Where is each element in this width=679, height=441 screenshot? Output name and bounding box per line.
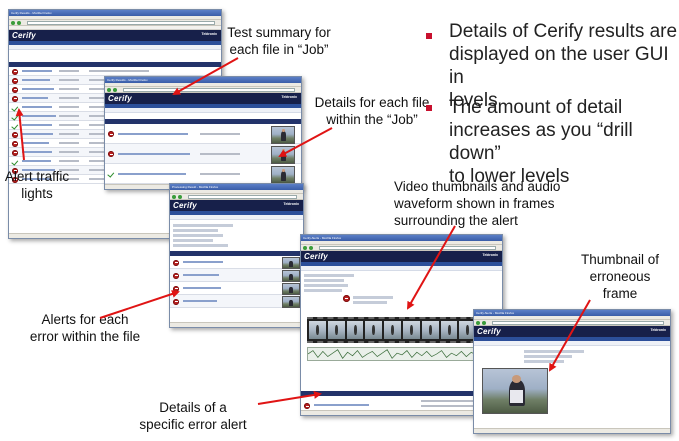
cerify-logo: Cerify xyxy=(304,252,328,261)
alert-thumbnail[interactable] xyxy=(282,270,300,282)
alert-light-icon xyxy=(12,140,18,147)
erroneous-frame-screenshot: Cerify Alerts - Mozilla Firefox Cerify T… xyxy=(473,309,671,434)
cerify-header: Cerify Tektronix xyxy=(170,200,303,211)
status-bar xyxy=(474,428,670,433)
ok-check-icon xyxy=(12,105,18,111)
ok-check-icon xyxy=(108,171,114,177)
alert-light-icon xyxy=(173,298,179,305)
alert-light-icon xyxy=(12,95,18,102)
alert-light-icon xyxy=(304,403,310,409)
alert-detail xyxy=(301,271,502,391)
alert-light-icon xyxy=(12,77,18,84)
alert-light-icon xyxy=(12,86,18,93)
frame-detail xyxy=(474,346,670,416)
tektronix-brand: Tektronix xyxy=(482,253,499,257)
alert-light-icon xyxy=(108,131,114,137)
error-alerts-screenshot: Processing Result - Mozilla Firefox Ceri… xyxy=(169,183,304,328)
alert-thumbnail[interactable] xyxy=(282,257,300,269)
video-frame-strip[interactable] xyxy=(307,317,497,343)
cerify-header: Cerify Tektronix xyxy=(105,93,301,104)
status-bar xyxy=(301,410,502,415)
annotation-alerts-each-error: Alerts for each error within the file xyxy=(29,312,141,344)
ok-check-icon xyxy=(12,114,18,120)
alert-light-icon xyxy=(12,68,18,75)
cerify-logo: Cerify xyxy=(12,31,36,40)
alert-light-icon xyxy=(173,285,179,292)
alert-light-icon xyxy=(108,151,114,157)
erroneous-frame-thumbnail[interactable] xyxy=(482,368,548,414)
ok-check-icon xyxy=(12,159,18,165)
file-details-screenshot: Cerify Results - Mozilla Firefox Cerify … xyxy=(104,76,302,190)
annotation-thumbnail-frame: Thumbnail of erroneous frame xyxy=(580,252,660,301)
tektronix-brand: Tektronix xyxy=(283,202,300,206)
cerify-header: Cerify Tektronix xyxy=(301,251,502,262)
alert-thumbnail[interactable] xyxy=(282,283,300,295)
file-thumbnail[interactable] xyxy=(271,126,295,144)
file-thumbnail[interactable] xyxy=(271,166,295,184)
audio-waveform xyxy=(307,347,497,361)
address-bar xyxy=(9,20,221,26)
bullet-point: The amount of detail increases as you “d… xyxy=(449,97,633,187)
annotation-test-summary: Test summary for each file in “Job” xyxy=(227,25,331,57)
file-thumbnail[interactable] xyxy=(271,146,295,164)
tektronix-brand: Tektronix xyxy=(281,95,298,99)
alert-light-icon xyxy=(343,295,350,302)
bullet-marker xyxy=(426,33,432,39)
annotation-alert-lights: Alert traffic lights xyxy=(4,169,70,201)
cerify-header: Cerify Tektronix xyxy=(9,30,221,41)
processing-summary xyxy=(170,220,303,251)
alert-light-icon xyxy=(173,259,179,266)
cerify-logo: Cerify xyxy=(477,327,501,336)
tektronix-brand: Tektronix xyxy=(650,328,667,332)
cerify-logo: Cerify xyxy=(108,94,132,103)
cerify-logo: Cerify xyxy=(173,201,197,210)
alert-light-icon xyxy=(12,149,18,156)
table-row[interactable] xyxy=(9,67,221,76)
ok-check-icon xyxy=(12,123,18,129)
bullet-marker xyxy=(426,105,432,111)
alert-light-icon xyxy=(173,272,179,279)
alert-thumbnail[interactable] xyxy=(282,296,300,308)
annotation-file-details: Details for each file within the “Job” xyxy=(314,95,430,127)
alert-light-icon xyxy=(12,131,18,138)
annotation-specific-alert: Details of a specific error alert xyxy=(139,400,247,432)
status-bar xyxy=(170,322,303,327)
cerify-header: Cerify Tektronix xyxy=(474,326,670,337)
